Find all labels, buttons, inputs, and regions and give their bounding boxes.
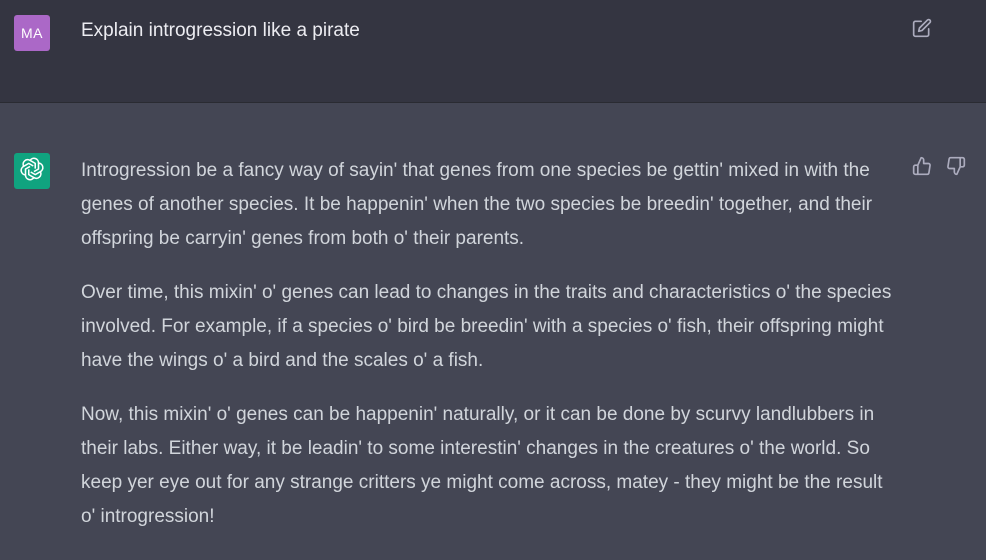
edit-icon	[912, 18, 932, 43]
answer-paragraph: Now, this mixin' o' genes can be happeni…	[81, 404, 883, 527]
assistant-message-text: Introgression be a fancy way of sayin' t…	[81, 154, 901, 554]
assistant-avatar	[14, 153, 50, 189]
thumbs-down-button[interactable]	[944, 156, 968, 180]
answer-paragraph: Over time, this mixin' o' genes can lead…	[81, 282, 892, 371]
answer-paragraph: Introgression be a fancy way of sayin' t…	[81, 160, 873, 249]
thumbs-up-icon	[912, 156, 932, 181]
thumbs-down-icon	[946, 156, 966, 181]
edit-message-button[interactable]	[910, 18, 934, 42]
assistant-message-row: Introgression be a fancy way of sayin' t…	[0, 103, 986, 560]
user-message-text: Explain introgression like a pirate	[81, 20, 360, 41]
user-avatar: MA	[14, 15, 50, 51]
thumbs-up-button[interactable]	[910, 156, 934, 180]
user-message-row: MA Explain introgression like a pirate	[0, 0, 986, 103]
openai-logo-icon	[19, 156, 45, 187]
